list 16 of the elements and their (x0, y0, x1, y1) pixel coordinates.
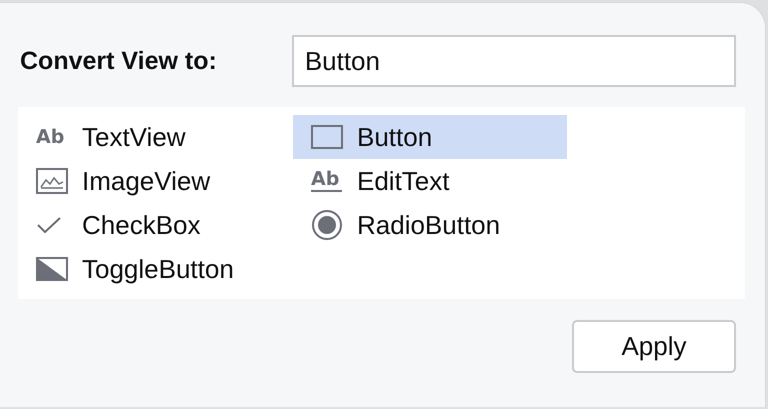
convert-label: Convert View to: (19, 46, 218, 76)
checkmark-icon (36, 216, 62, 234)
image-icon (36, 168, 68, 194)
toggle-icon (36, 257, 68, 281)
view-option[interactable]: Ab EditText (293, 159, 567, 203)
view-option[interactable]: CheckBox (18, 203, 293, 247)
view-option[interactable]: Button (293, 115, 567, 159)
text-icon: Ab (36, 127, 68, 147)
button-icon (311, 125, 343, 149)
view-option[interactable]: ToggleButton (18, 247, 293, 291)
view-type-field[interactable]: Button (292, 35, 736, 87)
view-option[interactable]: RadioButton (293, 203, 567, 247)
view-option[interactable]: ImageView (18, 159, 293, 203)
radio-icon (311, 209, 343, 241)
view-option[interactable]: Ab TextView (18, 115, 293, 159)
apply-button[interactable]: Apply (572, 320, 736, 373)
